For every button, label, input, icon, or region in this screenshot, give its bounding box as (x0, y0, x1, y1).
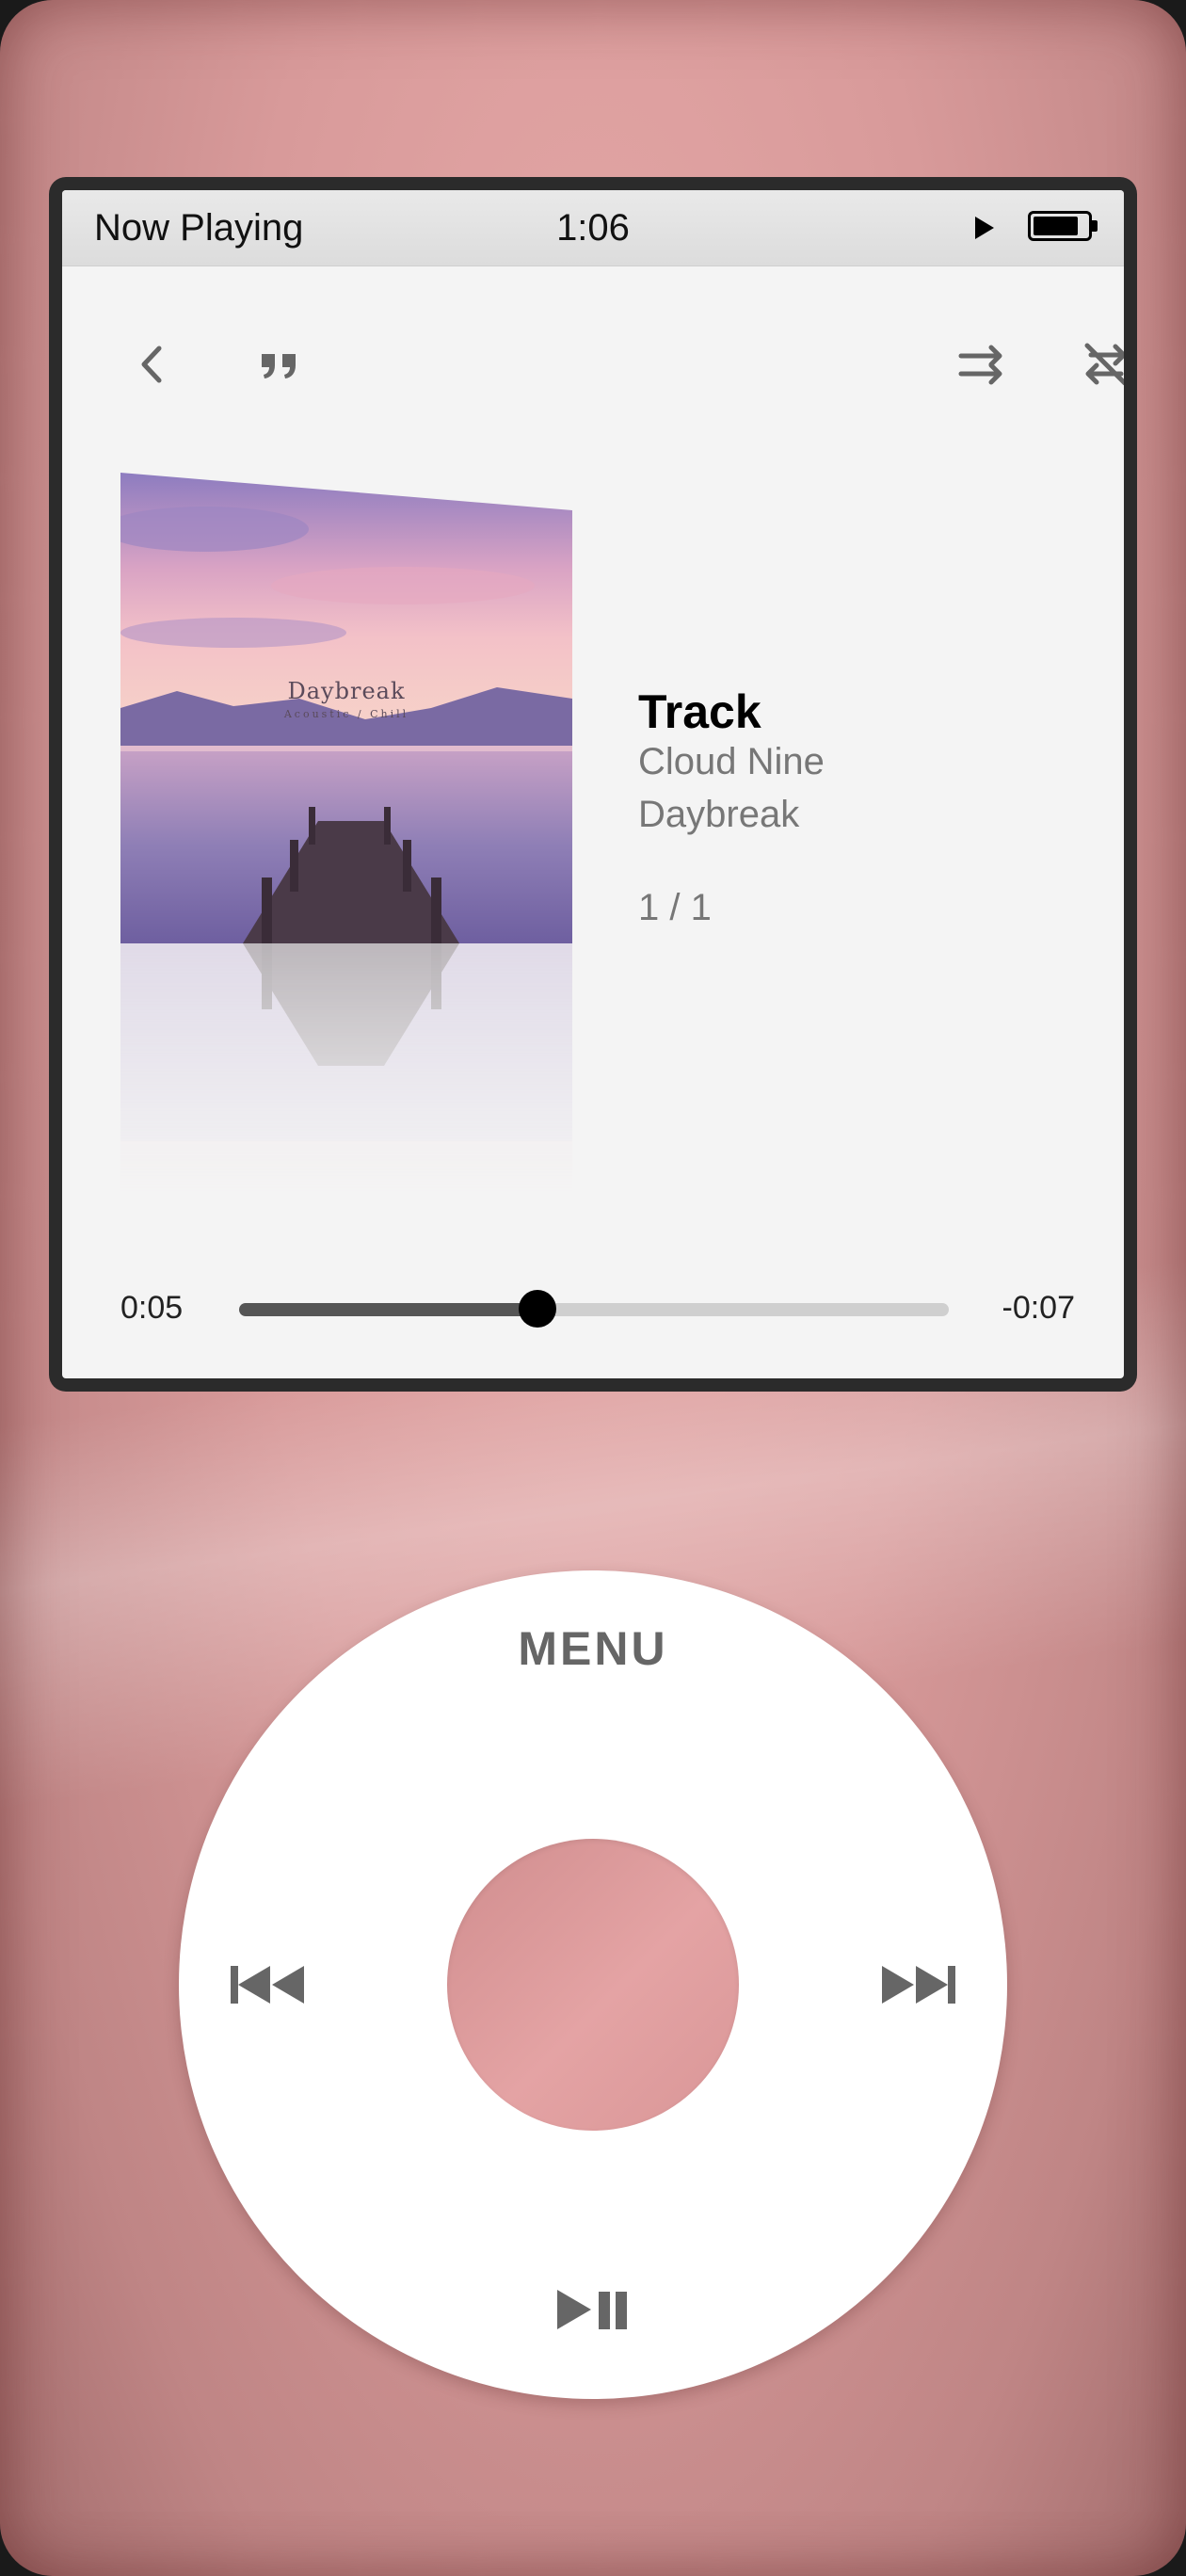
progress-fill (239, 1303, 537, 1316)
next-button[interactable] (875, 1952, 960, 2018)
shuffle-off-icon (1084, 343, 1124, 386)
repeat-button[interactable] (939, 322, 1024, 407)
progress-bar[interactable] (239, 1290, 949, 1328)
track-album: Daybreak (638, 794, 800, 835)
next-track-icon (882, 1966, 955, 2004)
battery-level (1034, 217, 1078, 235)
track-artist: Cloud Nine (638, 741, 825, 782)
lyrics-button[interactable] (237, 322, 322, 407)
track-title: Track (638, 685, 761, 738)
time-elapsed: 0:05 (120, 1290, 184, 1326)
chevron-left-icon (141, 346, 162, 383)
screen: Now Playing 1:06 Daybreak Acoustic / Chi… (62, 190, 1124, 1378)
back-button[interactable] (109, 322, 194, 407)
menu-button[interactable]: MENU (179, 1621, 1007, 1676)
battery-icon (1028, 211, 1098, 241)
album-art-subtitle: Acoustic / Chill (283, 708, 409, 720)
click-wheel[interactable]: MENU (179, 1570, 1007, 2399)
music-player-device: Now Playing 1:06 Daybreak Acoustic / Chi… (0, 0, 1186, 2576)
album-art-container: Daybreak Acoustic / Chill (120, 473, 572, 1226)
playing-indicator-icon (975, 217, 994, 239)
time-remaining: -0:07 (1002, 1290, 1076, 1326)
album-art-reflection (120, 943, 572, 1226)
repeat-icon (958, 345, 1002, 385)
screen-frame: Now Playing 1:06 Daybreak Acoustic / Chi… (49, 177, 1137, 1392)
scrubber-handle[interactable] (518, 1290, 556, 1328)
album-art-title: Daybreak (287, 678, 406, 704)
play-pause-icon (557, 2290, 627, 2329)
quote-icon (262, 354, 296, 378)
previous-track-icon (231, 1966, 304, 2004)
previous-button[interactable] (226, 1952, 311, 2018)
shuffle-button[interactable] (1064, 322, 1124, 407)
track-position: 1 / 1 (638, 887, 712, 928)
status-bar: Now Playing 1:06 (62, 190, 1124, 266)
play-pause-button[interactable] (551, 2277, 635, 2343)
status-time: 1:06 (556, 207, 630, 249)
album-art-reflection-image (120, 943, 572, 1226)
center-select-button[interactable] (447, 1839, 739, 2131)
album-art[interactable]: Daybreak Acoustic / Chill (120, 473, 572, 943)
